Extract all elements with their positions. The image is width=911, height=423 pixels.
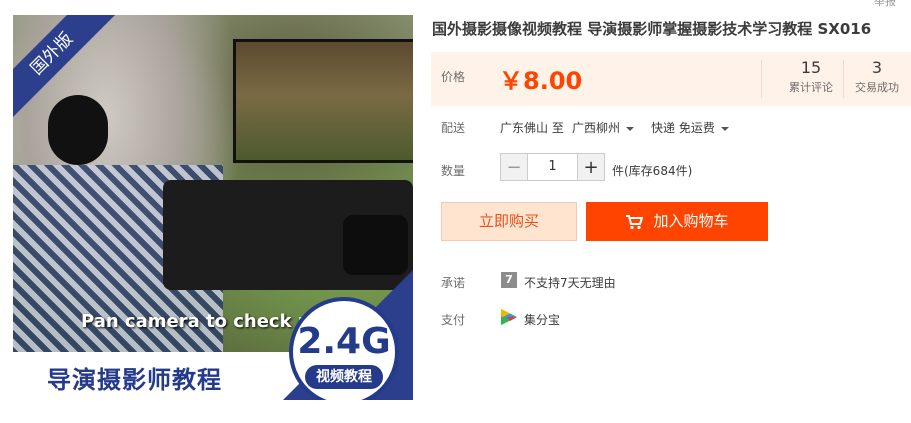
video-subtitle: Pan camera to check m bbox=[81, 311, 317, 332]
photo-lens bbox=[343, 215, 408, 275]
deal-count: 3 bbox=[871, 58, 883, 77]
delivery-origin: 广东佛山 至 bbox=[500, 121, 564, 135]
payment-text: 集分宝 bbox=[524, 313, 561, 327]
badge-size-text: 2.4G bbox=[297, 321, 391, 362]
review-count-stat[interactable]: 15 累计评论 bbox=[781, 58, 841, 95]
report-link[interactable]: 举报 bbox=[874, 0, 896, 9]
add-to-cart-button[interactable]: 加入购物车 bbox=[586, 202, 768, 241]
stock-text: 件(库存684件) bbox=[612, 164, 693, 178]
price-label: 价格 bbox=[441, 70, 466, 84]
shipping-method: 快递 免运费 bbox=[651, 121, 715, 135]
product-title: 国外摄影摄像视频教程 导演摄影师掌握摄影技术学习教程 SX016 bbox=[432, 20, 872, 38]
quantity-decrease-button[interactable]: − bbox=[501, 154, 527, 180]
promise-label: 承诺 bbox=[441, 276, 466, 290]
size-badge: 2.4G 视频教程 bbox=[289, 297, 399, 400]
quantity-stepper: − 1 + bbox=[500, 153, 605, 181]
product-image[interactable]: Pan camera to check m 国外版 导演摄影师教程 2.4G 视… bbox=[13, 15, 413, 400]
review-count-label: 累计评论 bbox=[789, 81, 833, 94]
review-count: 15 bbox=[800, 58, 822, 77]
quantity-input[interactable]: 1 bbox=[527, 154, 578, 180]
image-bottom-title: 导演摄影师教程 bbox=[47, 366, 222, 394]
buy-now-button[interactable]: 立即购买 bbox=[441, 202, 577, 241]
badge-type-text: 视频教程 bbox=[305, 365, 383, 389]
cart-icon bbox=[626, 214, 644, 229]
add-to-cart-label: 加入购物车 bbox=[653, 212, 729, 230]
photo-inset-frame bbox=[233, 39, 413, 163]
shipping-method-select[interactable]: 快递 免运费 bbox=[651, 119, 729, 136]
chevron-down-icon bbox=[626, 126, 635, 131]
price-value: ￥8.00 bbox=[499, 67, 583, 95]
seven-day-icon: 7 bbox=[501, 272, 517, 288]
quantity-label: 数量 bbox=[441, 164, 466, 178]
jifenbao-icon bbox=[501, 309, 517, 325]
promise-text[interactable]: 不支持7天无理由 bbox=[524, 274, 616, 291]
stat-divider bbox=[843, 60, 844, 98]
delivery-destination: 广西柳州 bbox=[572, 121, 621, 135]
price-panel: 价格 ￥8.00 15 累计评论 3 交易成功 bbox=[431, 52, 911, 106]
quantity-increase-button[interactable]: + bbox=[578, 154, 604, 180]
deal-count-label: 交易成功 bbox=[855, 81, 899, 94]
stat-divider bbox=[761, 60, 762, 98]
delivery-label: 配送 bbox=[441, 121, 466, 135]
payment-label: 支付 bbox=[441, 313, 466, 327]
chevron-down-icon bbox=[720, 126, 729, 131]
deal-count-stat: 3 交易成功 bbox=[847, 58, 907, 95]
delivery-destination-select[interactable]: 广西柳州 bbox=[572, 119, 635, 136]
photo-headphone bbox=[48, 95, 108, 165]
